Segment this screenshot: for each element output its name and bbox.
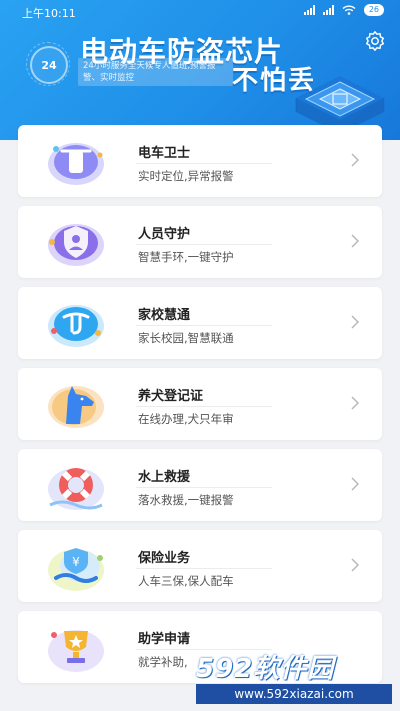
menu-item-student-aid[interactable]: 助学申请 就学补助, <box>18 611 382 683</box>
divider <box>136 487 272 488</box>
lifebuoy-icon <box>48 468 104 510</box>
menu-item-scooter-guard[interactable]: 电车卫士 实时定位,异常报警 <box>18 125 382 197</box>
battery-indicator: 26 <box>363 4 384 16</box>
menu-item-title: 人员守护 <box>138 227 191 242</box>
banner-subtitle: 24小时服务全天候专人值班,预警报警、实时监控 <box>78 58 233 86</box>
chevron-right-icon <box>351 558 359 572</box>
gear-icon[interactable] <box>364 30 386 52</box>
signal-icon-2 <box>322 5 334 15</box>
dog-icon <box>48 386 104 428</box>
menu-item-home-school[interactable]: 家校慧通 家长校园,智慧联通 <box>18 287 382 359</box>
signal-icon <box>303 5 315 15</box>
menu-item-title: 家校慧通 <box>138 308 191 323</box>
chevron-right-icon <box>351 234 359 248</box>
chevron-right-icon <box>351 477 359 491</box>
trophy-icon <box>48 630 104 672</box>
header-banner: 上午10:11 26 24 电动车防盗芯片 24小时服务全天候专人值班,预警报警… <box>0 0 400 140</box>
shield-person-icon <box>48 224 104 266</box>
divider <box>136 568 272 569</box>
menu-item-subtitle: 家长校园,智慧联通 <box>138 331 234 345</box>
menu-item-personnel-guard[interactable]: 人员守护 智慧手环,一键守护 <box>18 206 382 278</box>
menu-item-subtitle: 人车三保,保人配车 <box>138 574 234 588</box>
wifi-icon <box>342 5 356 15</box>
scooter-icon <box>48 143 104 185</box>
menu-item-title: 助学申请 <box>138 632 191 647</box>
divider <box>136 406 272 407</box>
menu-item-subtitle: 就学补助, <box>138 655 188 669</box>
chevron-right-icon <box>351 153 359 167</box>
divider <box>136 649 272 650</box>
menu-item-title: 水上救援 <box>138 470 191 485</box>
svg-text:¥: ¥ <box>72 555 80 569</box>
menu-item-water-rescue[interactable]: 水上救援 落水救援,一键报警 <box>18 449 382 521</box>
status-icons: 26 <box>303 4 384 16</box>
watermark-url: www.592xiazai.com <box>196 684 392 704</box>
menu-item-dog-registration[interactable]: 养犬登记证 在线办理,犬只年审 <box>18 368 382 440</box>
menu-item-title: 电车卫士 <box>138 146 191 161</box>
menu-item-subtitle: 在线办理,犬只年审 <box>138 412 234 426</box>
divider <box>136 163 272 164</box>
menu-item-subtitle: 实时定位,异常报警 <box>138 169 234 183</box>
school-connect-icon <box>48 305 104 347</box>
menu-item-subtitle: 落水救援,一键报警 <box>138 493 234 507</box>
chevron-right-icon <box>351 315 359 329</box>
menu-item-title: 养犬登记证 <box>138 389 204 404</box>
menu-item-subtitle: 智慧手环,一键守护 <box>138 250 234 264</box>
divider <box>136 244 272 245</box>
24h-badge: 24 <box>26 42 70 86</box>
insurance-icon: ¥ <box>48 548 104 591</box>
divider <box>136 325 272 326</box>
status-time: 上午10:11 <box>22 7 76 20</box>
menu-item-title: 保险业务 <box>138 551 191 566</box>
status-bar: 上午10:11 26 <box>0 0 400 24</box>
menu-item-insurance[interactable]: ¥ 保险业务 人车三保,保人配车 <box>18 530 382 602</box>
chevron-right-icon <box>351 396 359 410</box>
